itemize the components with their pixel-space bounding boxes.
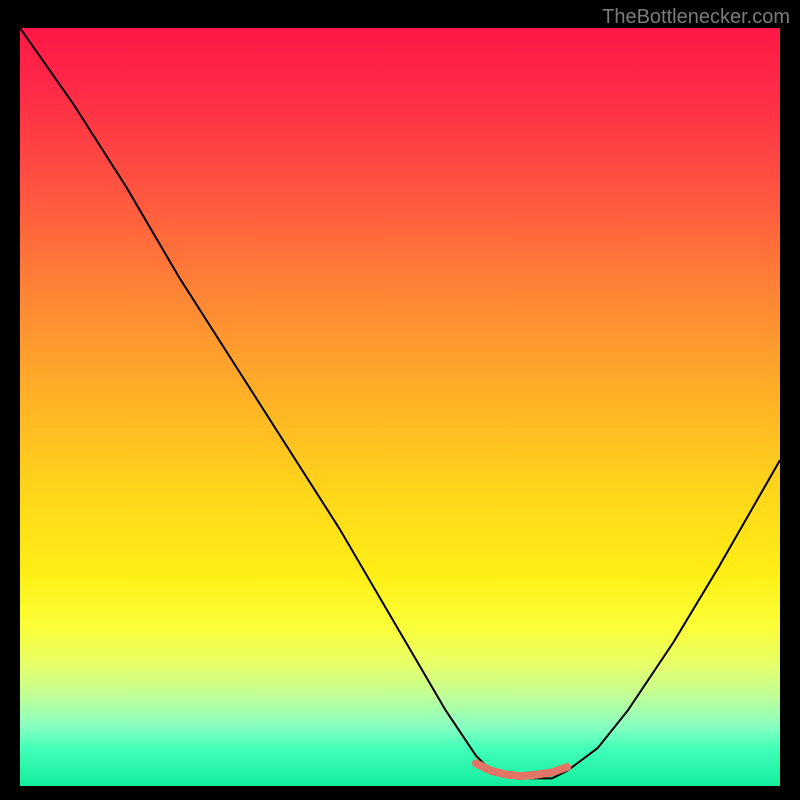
sweet-spot-path bbox=[476, 763, 567, 776]
bottleneck-chart bbox=[20, 28, 780, 786]
watermark-label: TheBottleneсker.com bbox=[602, 6, 790, 29]
chart-svg bbox=[20, 28, 780, 786]
bottleneck-curve-path bbox=[20, 28, 780, 778]
